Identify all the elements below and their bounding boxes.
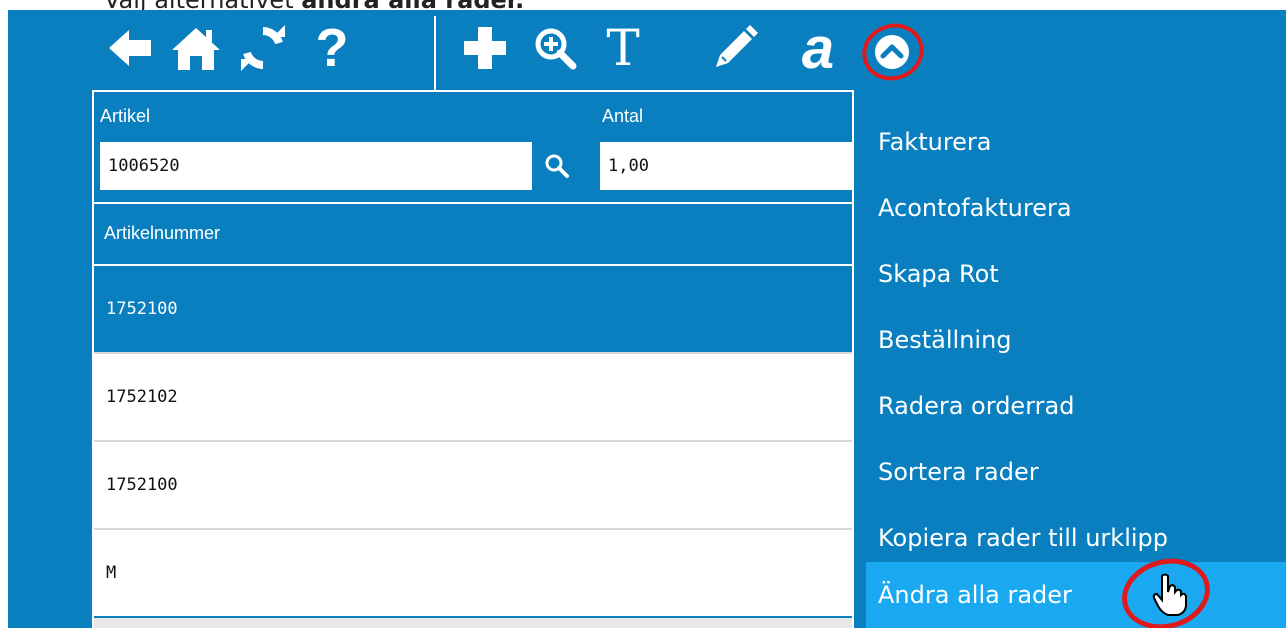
row-cell: M [106,563,117,583]
table-row[interactable]: 1752100 [94,440,854,528]
font-a-icon[interactable]: a [792,16,844,81]
help-icon[interactable]: ? [308,18,356,78]
home-icon[interactable] [166,20,226,76]
artikel-label: Artikel [100,106,151,126]
menu-item-acontofakturera[interactable]: Acontofakturera [878,194,1072,222]
context-menu: Fakturera Acontofakturera Skapa Rot Best… [852,92,1286,628]
refresh-icon[interactable] [234,20,292,76]
toolbar: ? T a [8,10,1286,90]
help-glyph: ? [315,18,349,78]
table-row[interactable]: M [94,528,854,616]
table-row[interactable]: 1752100 [94,264,854,352]
row-cell: 1752100 [106,475,178,495]
menu-item-bestallning[interactable]: Beställning [878,326,1012,354]
chevron-up-icon[interactable] [858,18,928,82]
menu-item-andra-alla-rader[interactable]: Ändra alla rader [866,562,1286,628]
menu-item-sortera-rader[interactable]: Sortera rader [878,458,1039,486]
add-icon[interactable] [460,20,510,76]
font-a-glyph: a [801,15,835,81]
order-panel: Artikel 1006520 Antal 1,00 Artikelnummer… [92,90,854,628]
table-row[interactable]: 1752102 [94,352,854,440]
grid-footer [94,618,854,628]
search-button[interactable] [532,142,582,190]
menu-item-fakturera[interactable]: Fakturera [878,128,992,156]
artikel-input[interactable]: 1006520 [100,142,532,190]
antal-input[interactable]: 1,00 [600,142,854,190]
row-cell: 1752102 [106,387,178,407]
pencil-icon[interactable] [708,20,762,76]
row-cell: 1752100 [106,299,178,319]
menu-item-skapa-rot[interactable]: Skapa Rot [878,260,999,288]
search-icon [545,154,569,178]
zoom-in-icon[interactable] [530,20,580,76]
toolbar-separator [434,16,436,90]
text-glyph: T [606,19,640,77]
app-window: ? T a Artikel 1006520 Antal 1,00 Artikel… [8,10,1286,628]
menu-item-label: Ändra alla rader [878,581,1072,609]
artikel-value: 1006520 [108,156,180,176]
text-icon[interactable]: T [598,19,648,77]
menu-item-radera-orderrad[interactable]: Radera orderrad [878,392,1074,420]
column-header-artikelnummer[interactable]: Artikelnummer [94,202,854,262]
back-arrow-icon[interactable] [102,20,158,76]
antal-value: 1,00 [608,156,649,176]
hand-cursor-icon [1152,573,1187,616]
antal-label: Antal [602,106,644,126]
